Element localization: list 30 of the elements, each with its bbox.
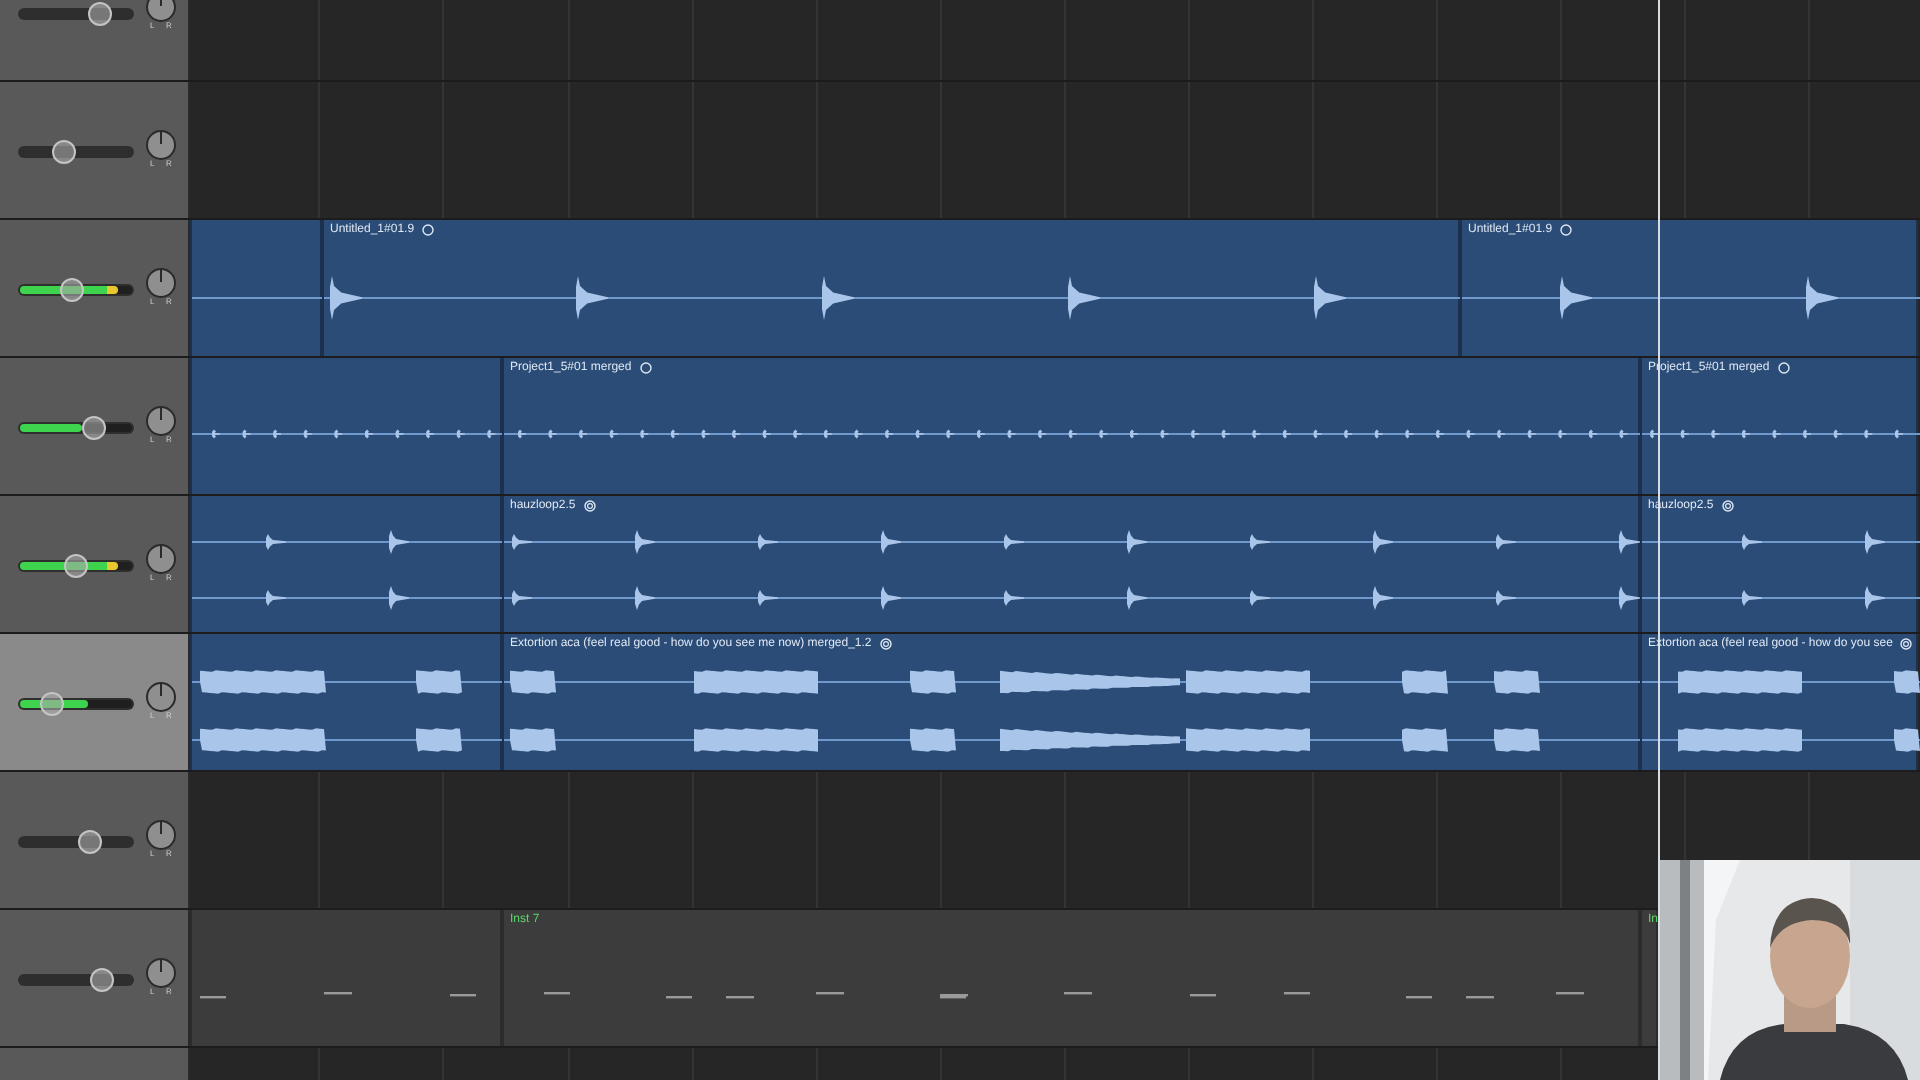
stereo-circle-icon (1900, 638, 1913, 650)
slider-thumb[interactable] (81, 416, 106, 440)
volume-slider[interactable] (18, 836, 134, 848)
slider-thumb[interactable] (60, 278, 85, 302)
audio-region[interactable] (190, 634, 502, 770)
pan-knob[interactable] (146, 268, 176, 298)
volume-slider[interactable] (18, 8, 134, 20)
volume-slider[interactable] (18, 974, 134, 986)
slider-thumb[interactable] (64, 554, 88, 578)
pan-knob[interactable] (146, 406, 176, 436)
stereo-circle-icon (1721, 500, 1734, 512)
stereo-circle-icon (879, 638, 892, 650)
slider-thumb[interactable] (40, 692, 65, 716)
slider-thumb[interactable] (87, 2, 112, 26)
volume-slider[interactable] (18, 146, 134, 158)
pan-knob[interactable] (146, 958, 176, 988)
pan-knob[interactable] (146, 0, 176, 22)
slider-thumb[interactable] (52, 140, 77, 164)
pan-knob[interactable] (146, 544, 176, 574)
slider-thumb[interactable] (89, 968, 114, 992)
pan-knob[interactable] (146, 130, 176, 160)
circle-icon (1777, 362, 1790, 374)
circle-icon (1560, 224, 1573, 236)
stereo-circle-icon (583, 500, 596, 512)
slider-thumb[interactable] (77, 830, 102, 854)
pan-knob[interactable] (146, 820, 176, 850)
pan-knob[interactable] (146, 682, 176, 712)
circle-icon (639, 362, 652, 374)
circle-icon (422, 224, 435, 236)
audio-region[interactable] (190, 496, 502, 632)
